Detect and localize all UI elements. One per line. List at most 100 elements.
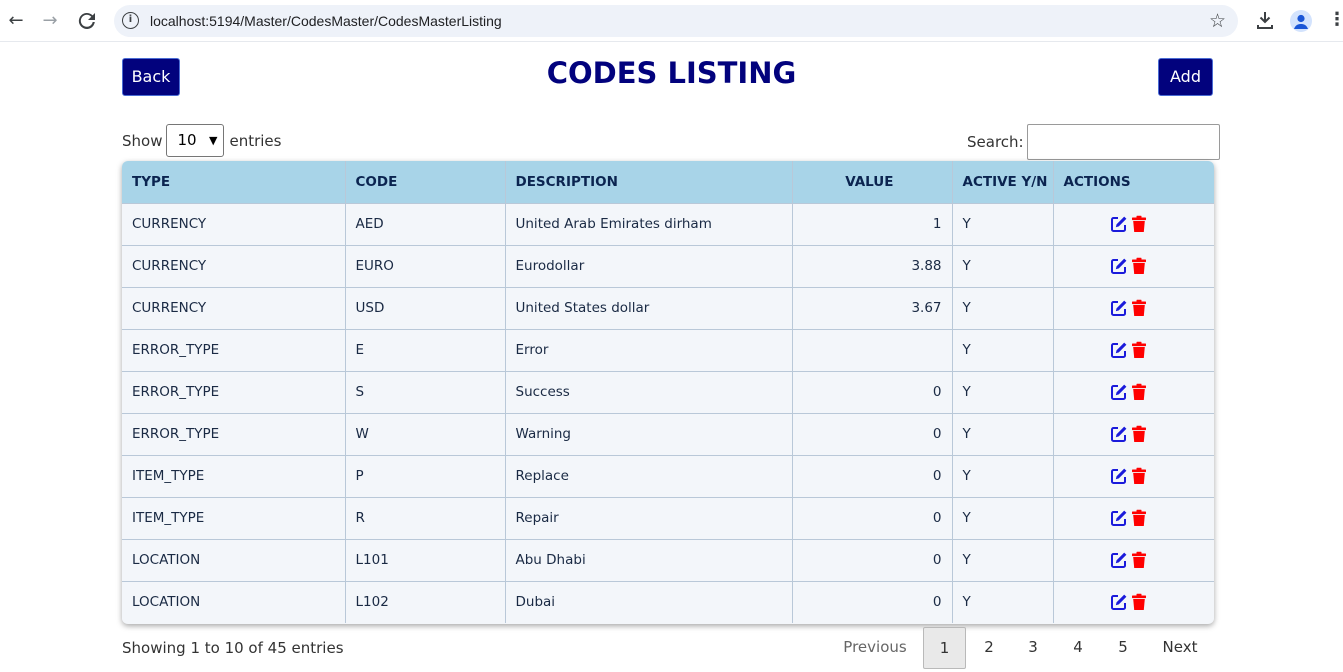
cell-actions	[1053, 328, 1214, 371]
column-header-active[interactable]: ACTIVE Y/N	[952, 161, 1054, 203]
cell-code: AED	[345, 202, 506, 245]
add-button[interactable]: Add	[1158, 58, 1213, 96]
reload-icon[interactable]	[75, 9, 99, 33]
show-label: Show	[122, 132, 163, 150]
bookmark-star-icon[interactable]: ☆	[1209, 8, 1226, 34]
cell-value: 0	[792, 370, 953, 413]
cell-active: Y	[952, 412, 1054, 455]
cell-value: 0	[792, 412, 953, 455]
pagination-previous[interactable]: Previous	[835, 627, 915, 669]
cell-value: 0	[792, 496, 953, 539]
cell-value: 0	[792, 580, 953, 623]
chevron-down-icon: ▼	[209, 134, 218, 147]
entries-length-select[interactable]: 10 ▼	[166, 124, 225, 157]
edit-icon[interactable]	[1110, 257, 1128, 275]
cell-actions	[1053, 244, 1214, 287]
cell-description: Repair	[505, 496, 793, 539]
pagination-page-3[interactable]: 3	[1016, 627, 1050, 669]
edit-icon[interactable]	[1110, 299, 1128, 317]
trash-icon[interactable]	[1130, 299, 1148, 317]
cell-actions	[1053, 454, 1214, 497]
cell-code: R	[345, 496, 506, 539]
edit-icon[interactable]	[1110, 593, 1128, 611]
trash-icon[interactable]	[1130, 215, 1148, 233]
cell-code: P	[345, 454, 506, 497]
edit-icon[interactable]	[1110, 509, 1128, 527]
cell-type: CURRENCY	[122, 244, 346, 287]
trash-icon[interactable]	[1130, 257, 1148, 275]
table-row: CURRENCY USD United States dollar 3.67 Y	[122, 286, 1214, 329]
cell-active: Y	[952, 244, 1054, 287]
cell-actions	[1053, 580, 1214, 623]
cell-type: ITEM_TYPE	[122, 454, 346, 497]
column-header-actions: ACTIONS	[1053, 161, 1214, 203]
cell-type: LOCATION	[122, 580, 346, 623]
trash-icon[interactable]	[1130, 341, 1148, 359]
search-input[interactable]	[1026, 124, 1220, 160]
column-header-value[interactable]: VALUE	[792, 161, 953, 203]
download-icon[interactable]	[1254, 9, 1276, 31]
pagination-page-4[interactable]: 4	[1061, 627, 1095, 669]
cell-type: ERROR_TYPE	[122, 370, 346, 413]
column-header-type[interactable]: TYPE	[122, 161, 346, 203]
cell-active: Y	[952, 580, 1054, 623]
profile-avatar-icon[interactable]	[1290, 10, 1312, 32]
cell-actions	[1053, 286, 1214, 329]
cell-active: Y	[952, 496, 1054, 539]
trash-icon[interactable]	[1130, 551, 1148, 569]
table-info: Showing 1 to 10 of 45 entries	[122, 639, 344, 657]
cell-type: ERROR_TYPE	[122, 412, 346, 455]
cell-code: W	[345, 412, 506, 455]
cell-active: Y	[952, 538, 1054, 581]
edit-icon[interactable]	[1110, 551, 1128, 569]
cell-description: Error	[505, 328, 793, 371]
address-bar[interactable]: i localhost:5194/Master/CodesMaster/Code…	[114, 5, 1238, 37]
cell-code: USD	[345, 286, 506, 329]
cell-description: Abu Dhabi	[505, 538, 793, 581]
entries-length-value: 10	[177, 131, 197, 149]
entries-length-control: Show 10 ▼ entries	[122, 124, 281, 158]
search-label: Search:	[967, 133, 1024, 151]
cell-actions	[1053, 412, 1214, 455]
forward-arrow-icon[interactable]: →	[38, 9, 62, 33]
site-info-icon[interactable]: i	[122, 12, 139, 29]
cell-active: Y	[952, 328, 1054, 371]
edit-icon[interactable]	[1110, 383, 1128, 401]
table-row: ITEM_TYPE R Repair 0 Y	[122, 496, 1214, 539]
pagination-next[interactable]: Next	[1152, 627, 1208, 669]
table-row: CURRENCY EURO Eurodollar 3.88 Y	[122, 244, 1214, 287]
column-header-code[interactable]: CODE	[345, 161, 506, 203]
pagination-page-5[interactable]: 5	[1106, 627, 1140, 669]
cell-value: 0	[792, 538, 953, 581]
cell-type: CURRENCY	[122, 202, 346, 245]
back-arrow-icon[interactable]: ←	[4, 9, 28, 33]
trash-icon[interactable]	[1130, 467, 1148, 485]
edit-icon[interactable]	[1110, 215, 1128, 233]
trash-icon[interactable]	[1130, 593, 1148, 611]
trash-icon[interactable]	[1130, 509, 1148, 527]
cell-actions	[1053, 538, 1214, 581]
edit-icon[interactable]	[1110, 341, 1128, 359]
cell-value: 3.88	[792, 244, 953, 287]
edit-icon[interactable]	[1110, 425, 1128, 443]
address-url[interactable]: localhost:5194/Master/CodesMaster/CodesM…	[150, 5, 502, 37]
cell-code: S	[345, 370, 506, 413]
cell-actions	[1053, 202, 1214, 245]
entries-label: entries	[229, 132, 282, 150]
pagination-page-1[interactable]: 1	[923, 627, 966, 669]
table-row: ERROR_TYPE E Error Y	[122, 328, 1214, 371]
more-menu-icon[interactable]: ⋮	[1328, 8, 1343, 32]
cell-value: 1	[792, 202, 953, 245]
cell-description: United States dollar	[505, 286, 793, 329]
edit-icon[interactable]	[1110, 467, 1128, 485]
cell-code: EURO	[345, 244, 506, 287]
trash-icon[interactable]	[1130, 383, 1148, 401]
column-header-description[interactable]: DESCRIPTION	[505, 161, 793, 203]
cell-type: CURRENCY	[122, 286, 346, 329]
pagination-page-2[interactable]: 2	[972, 627, 1006, 669]
cell-code: L102	[345, 580, 506, 623]
cell-type: LOCATION	[122, 538, 346, 581]
trash-icon[interactable]	[1130, 425, 1148, 443]
cell-description: Success	[505, 370, 793, 413]
search-control: Search:	[967, 124, 1220, 160]
